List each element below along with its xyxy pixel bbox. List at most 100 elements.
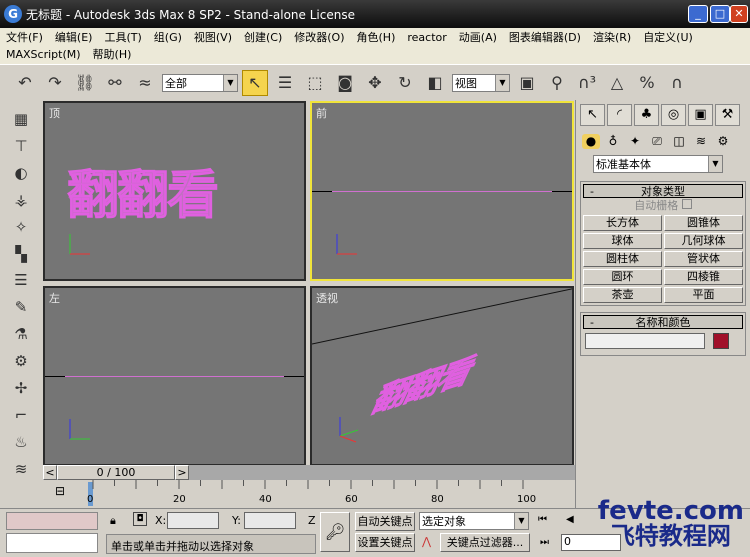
snap-toggle-icon[interactable]: ∩³ bbox=[574, 70, 600, 96]
viewport-top[interactable]: 顶 翻翻看 bbox=[43, 101, 306, 281]
maxscript-listener-white[interactable] bbox=[6, 533, 98, 553]
cameras-icon[interactable]: ⎚ bbox=[648, 134, 666, 149]
nurbs-icon[interactable]: ☰ bbox=[7, 270, 35, 292]
rectangular-selection-icon[interactable]: ⬚ bbox=[302, 70, 328, 96]
object-type-button[interactable]: 茶壶 bbox=[583, 287, 662, 303]
y-coord-input[interactable] bbox=[244, 512, 296, 529]
bones-icon[interactable]: ✢ bbox=[7, 377, 35, 399]
display-tab-icon[interactable]: ▣ bbox=[688, 104, 713, 126]
objects-icon[interactable]: ▦ bbox=[7, 108, 35, 130]
space-warps-icon[interactable]: ≋ bbox=[7, 458, 35, 480]
menu-item[interactable]: 帮助(H) bbox=[93, 46, 132, 63]
auto-key-button[interactable]: 自动关键点 bbox=[355, 512, 415, 531]
category-dropdown[interactable]: 标准基本体 ▼ bbox=[593, 155, 723, 173]
close-button[interactable]: ✕ bbox=[730, 5, 748, 23]
viewport-left[interactable]: 左 bbox=[43, 286, 306, 466]
modify-tab-icon[interactable]: ◜ bbox=[607, 104, 632, 126]
menu-item[interactable]: 文件(F) bbox=[6, 29, 43, 46]
object-type-button[interactable]: 球体 bbox=[583, 233, 662, 249]
lights-icon[interactable]: ✦ bbox=[626, 134, 644, 149]
menu-item[interactable]: 角色(H) bbox=[357, 29, 396, 46]
object-type-button[interactable]: 圆环 bbox=[583, 269, 662, 285]
maximize-button[interactable]: □ bbox=[710, 5, 730, 23]
wireframe-text-object[interactable]: 翻翻看 bbox=[66, 153, 219, 228]
bind-space-warp-icon[interactable]: ≈ bbox=[132, 70, 158, 96]
menu-item[interactable]: 创建(C) bbox=[244, 29, 282, 46]
x-coord-input[interactable] bbox=[167, 512, 219, 529]
time-slider[interactable]: < 0 / 100 > bbox=[43, 465, 575, 480]
utilities-tab-icon[interactable]: ⚒ bbox=[715, 104, 740, 126]
menu-item[interactable]: 渲染(R) bbox=[593, 29, 631, 46]
menu-item[interactable]: 工具(T) bbox=[104, 29, 141, 46]
sphere-icon[interactable]: ◐ bbox=[7, 162, 35, 184]
undo-icon[interactable]: ↶ bbox=[12, 70, 38, 96]
menu-item[interactable]: 编辑(E) bbox=[55, 29, 93, 46]
prev-frame-icon[interactable]: < bbox=[43, 465, 57, 480]
helpers-icon[interactable]: ✧ bbox=[7, 216, 35, 238]
object-type-button[interactable]: 几何球体 bbox=[664, 233, 743, 249]
pivot-center-icon[interactable]: ▣ bbox=[514, 70, 540, 96]
reactor-icon[interactable]: ♨ bbox=[7, 431, 35, 453]
go-to-start-icon[interactable]: ⏮ bbox=[538, 514, 547, 525]
menu-item[interactable]: 图表编辑器(D) bbox=[509, 29, 581, 46]
redo-icon[interactable]: ↷ bbox=[42, 70, 68, 96]
angle-snap-icon[interactable]: △ bbox=[604, 70, 630, 96]
viewport-perspective[interactable]: 透视 翻翻看 bbox=[310, 286, 574, 466]
select-object-icon[interactable]: ↖ bbox=[242, 69, 268, 96]
curve-editor-icon[interactable]: ⊟ bbox=[55, 484, 65, 498]
reference-coord-dropdown[interactable]: 视图 ▼ bbox=[452, 73, 510, 92]
minimize-button[interactable]: _ bbox=[688, 5, 708, 23]
object-type-button[interactable]: 四棱锥 bbox=[664, 269, 743, 285]
object-type-header[interactable]: - 对象类型 bbox=[583, 184, 743, 198]
window-crossing-icon[interactable]: ◙ bbox=[332, 70, 358, 96]
shapes-icon[interactable]: ⊤ bbox=[7, 135, 35, 157]
object-type-button[interactable]: 圆锥体 bbox=[664, 215, 743, 231]
rotate-icon[interactable]: ↻ bbox=[392, 70, 418, 96]
helpers-icon[interactable]: ◫ bbox=[670, 134, 688, 149]
shapes-icon[interactable]: ♁ bbox=[604, 134, 622, 149]
modifier-icon[interactable]: ⚙ bbox=[7, 350, 35, 372]
hierarchy-tab-icon[interactable]: ♣ bbox=[634, 104, 659, 126]
key-mode-toggle-icon[interactable]: ⏭ bbox=[540, 537, 549, 548]
menu-item[interactable]: reactor bbox=[407, 29, 446, 46]
geometry-icon[interactable]: ● bbox=[582, 134, 600, 149]
lights-icon[interactable]: ⚶ bbox=[7, 189, 35, 211]
menu-item[interactable]: 视图(V) bbox=[194, 29, 232, 46]
key-mode-dropdown[interactable]: 选定对象 ▼ bbox=[419, 512, 529, 530]
particles-icon[interactable]: ⚗ bbox=[7, 323, 35, 345]
menu-item[interactable]: 修改器(O) bbox=[294, 29, 344, 46]
manipulate-icon[interactable]: ⚲ bbox=[544, 70, 570, 96]
move-icon[interactable]: ✥ bbox=[362, 70, 388, 96]
menu-item[interactable]: 组(G) bbox=[154, 29, 182, 46]
name-color-header[interactable]: - 名称和颜色 bbox=[583, 315, 743, 329]
object-type-button[interactable]: 平面 bbox=[664, 287, 743, 303]
timeline-track-bar[interactable]: ⊟ 0 20 40 60 80 100 bbox=[43, 480, 575, 508]
time-slider-thumb[interactable]: 0 / 100 bbox=[57, 465, 175, 480]
menu-item[interactable]: 自定义(U) bbox=[643, 29, 693, 46]
object-type-button[interactable]: 长方体 bbox=[583, 215, 662, 231]
unlink-icon[interactable]: ⚯ bbox=[102, 70, 128, 96]
object-color-swatch[interactable] bbox=[713, 333, 729, 349]
menu-item[interactable]: 动画(A) bbox=[459, 29, 497, 46]
patch-grid-icon[interactable]: ▚ bbox=[7, 243, 35, 265]
systems-icon[interactable]: ⚙ bbox=[714, 134, 732, 149]
dynamics-icon[interactable]: ✎ bbox=[7, 296, 35, 318]
object-type-button[interactable]: 管状体 bbox=[664, 251, 743, 267]
create-tab-icon[interactable]: ↖ bbox=[580, 104, 605, 126]
menu-item[interactable]: MAXScript(M) bbox=[6, 46, 81, 63]
object-type-button[interactable]: 圆柱体 bbox=[583, 251, 662, 267]
autogrid-checkbox[interactable] bbox=[681, 199, 692, 209]
percent-snap-icon[interactable]: % bbox=[634, 70, 660, 96]
motion-tab-icon[interactable]: ◎ bbox=[661, 104, 686, 126]
key-filters-button[interactable]: 关键点过滤器... bbox=[440, 533, 530, 552]
link-icon[interactable]: ⛓ bbox=[72, 70, 98, 96]
set-key-icon[interactable]: 🔑︎ bbox=[320, 512, 350, 552]
scale-icon[interactable]: ◧ bbox=[422, 70, 448, 96]
previous-frame-icon[interactable]: ◀ bbox=[566, 514, 574, 525]
maxscript-listener-pink[interactable] bbox=[6, 512, 98, 530]
viewport-front[interactable]: 前 bbox=[310, 101, 574, 281]
spinner-snap-icon[interactable]: ∩ bbox=[664, 70, 690, 96]
select-by-name-icon[interactable]: ☰ bbox=[272, 70, 298, 96]
set-key-button[interactable]: 设置关键点 bbox=[355, 533, 415, 552]
camera-icon[interactable]: ⌐ bbox=[7, 404, 35, 426]
